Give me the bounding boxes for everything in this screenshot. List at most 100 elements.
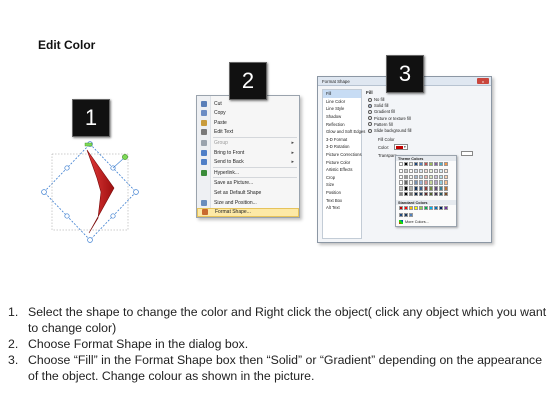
menu-item-cut[interactable]: Cut <box>197 99 299 108</box>
standard-color-swatch[interactable] <box>438 206 444 211</box>
color-picker-button[interactable]: ▾ <box>394 144 408 150</box>
color-swatch[interactable] <box>433 186 439 191</box>
menu-item-format-shape[interactable]: Format Shape... <box>197 207 299 217</box>
color-swatch[interactable] <box>413 162 419 167</box>
recent-color-swatch[interactable] <box>408 213 414 218</box>
category-picture-color[interactable]: Picture Color <box>323 158 361 166</box>
standard-color-swatch[interactable] <box>428 206 434 211</box>
color-swatch[interactable] <box>433 168 439 174</box>
color-swatch[interactable] <box>399 192 404 197</box>
color-swatch[interactable] <box>418 186 424 191</box>
standard-color-swatch[interactable] <box>443 206 449 211</box>
color-swatch[interactable] <box>433 180 439 185</box>
menu-item-hyperlink[interactable]: Hyperlink... <box>197 168 299 177</box>
color-swatch[interactable] <box>399 174 404 179</box>
color-swatch[interactable] <box>433 162 439 167</box>
color-swatch[interactable] <box>408 174 414 179</box>
color-swatch[interactable] <box>413 168 419 174</box>
standard-color-swatch[interactable] <box>413 206 419 211</box>
menu-item-save-as-picture[interactable]: Save as Picture... <box>197 179 299 188</box>
category-glow-and-soft-edges[interactable]: Glow and Soft Edges <box>323 128 365 136</box>
color-swatch[interactable] <box>423 174 429 179</box>
color-swatch[interactable] <box>438 168 444 174</box>
category-reflection[interactable]: Reflection <box>323 120 361 128</box>
chevron-arrow-shape[interactable] <box>40 140 140 245</box>
menu-item-edit-text[interactable]: Edit Text <box>197 128 299 137</box>
color-swatch[interactable] <box>408 180 414 185</box>
standard-color-swatch[interactable] <box>423 206 429 211</box>
color-swatch[interactable] <box>438 186 444 191</box>
transparency-input[interactable] <box>461 151 473 156</box>
color-swatch[interactable] <box>413 192 419 197</box>
category-artistic-effects[interactable]: Artistic Effects <box>323 166 361 174</box>
color-swatch[interactable] <box>433 174 439 179</box>
color-swatch[interactable] <box>423 186 429 191</box>
color-swatch[interactable] <box>399 168 404 174</box>
color-swatch[interactable] <box>438 174 444 179</box>
color-swatch[interactable] <box>418 180 424 185</box>
menu-item-group[interactable]: Group ▸ <box>197 138 299 147</box>
color-swatch[interactable] <box>443 180 449 185</box>
color-swatch[interactable] <box>423 162 429 167</box>
category-position[interactable]: Position <box>323 189 361 197</box>
category-fill[interactable]: Fill <box>323 90 361 98</box>
category-crop[interactable]: Crop <box>323 174 361 182</box>
close-button[interactable]: x <box>477 78 489 84</box>
fill-option-gradient-fill[interactable]: Gradient fill <box>368 109 395 114</box>
fill-option-slide-background-fill[interactable]: Slide background fill <box>368 128 411 133</box>
color-swatch[interactable] <box>408 162 414 167</box>
color-swatch[interactable] <box>443 186 449 191</box>
category-3-d-rotation[interactable]: 3-D Rotation <box>323 143 361 151</box>
menu-item-size-and-position[interactable]: Size and Position... <box>197 198 299 207</box>
color-swatch[interactable] <box>408 168 414 174</box>
color-swatch[interactable] <box>399 180 404 185</box>
color-swatch[interactable] <box>413 174 419 179</box>
color-swatch[interactable] <box>428 180 434 185</box>
category-line-style[interactable]: Line Style <box>323 105 361 113</box>
color-swatch[interactable] <box>443 174 449 179</box>
standard-color-swatch[interactable] <box>408 206 414 211</box>
color-swatch[interactable] <box>399 186 404 191</box>
menu-item-paste[interactable]: Paste <box>197 118 299 127</box>
category-3-d-format[interactable]: 3-D Format <box>323 136 361 144</box>
category-alt-text[interactable]: Alt Text <box>323 204 361 212</box>
standard-color-swatch[interactable] <box>403 206 409 211</box>
menu-item-set-as-default-shape[interactable]: Set as Default Shape <box>197 188 299 197</box>
color-swatch[interactable] <box>428 174 434 179</box>
fill-option-solid-fill[interactable]: Solid fill <box>368 103 388 108</box>
fill-option-pattern-fill[interactable]: Pattern fill <box>368 122 393 127</box>
color-swatch[interactable] <box>428 192 434 197</box>
color-swatch[interactable] <box>403 174 409 179</box>
color-swatch[interactable] <box>443 162 449 167</box>
selected-shape[interactable] <box>40 140 140 245</box>
color-swatch[interactable] <box>418 174 424 179</box>
color-swatch[interactable] <box>423 168 429 174</box>
standard-color-swatch[interactable] <box>433 206 439 211</box>
fill-option-picture-or-texture-fill[interactable]: Picture or texture fill <box>368 116 411 121</box>
color-swatch[interactable] <box>438 180 444 185</box>
recent-color-swatch[interactable] <box>399 213 404 218</box>
more-colors-link[interactable]: More Colors... <box>399 220 429 224</box>
menu-item-bring-to-front[interactable]: Bring to Front ▸ <box>197 148 299 157</box>
category-shadow[interactable]: Shadow <box>323 113 361 121</box>
standard-color-swatch[interactable] <box>418 206 424 211</box>
color-swatch[interactable] <box>433 192 439 197</box>
color-swatch[interactable] <box>443 192 449 197</box>
category-picture-corrections[interactable]: Picture Corrections <box>323 151 362 159</box>
color-swatch[interactable] <box>418 192 424 197</box>
color-swatch[interactable] <box>403 186 409 191</box>
recent-color-swatch[interactable] <box>403 213 409 218</box>
color-swatch[interactable] <box>418 162 424 167</box>
category-size[interactable]: Size <box>323 181 361 189</box>
color-swatch[interactable] <box>428 186 434 191</box>
color-swatch[interactable] <box>403 180 409 185</box>
color-swatch[interactable] <box>399 162 404 167</box>
category-text-box[interactable]: Text Box <box>323 196 361 204</box>
menu-item-copy[interactable]: Copy <box>197 109 299 118</box>
color-swatch[interactable] <box>408 192 414 197</box>
color-swatch[interactable] <box>418 168 424 174</box>
color-swatch[interactable] <box>443 168 449 174</box>
color-swatch[interactable] <box>423 180 429 185</box>
color-swatch[interactable] <box>428 168 434 174</box>
color-swatch[interactable] <box>438 162 444 167</box>
